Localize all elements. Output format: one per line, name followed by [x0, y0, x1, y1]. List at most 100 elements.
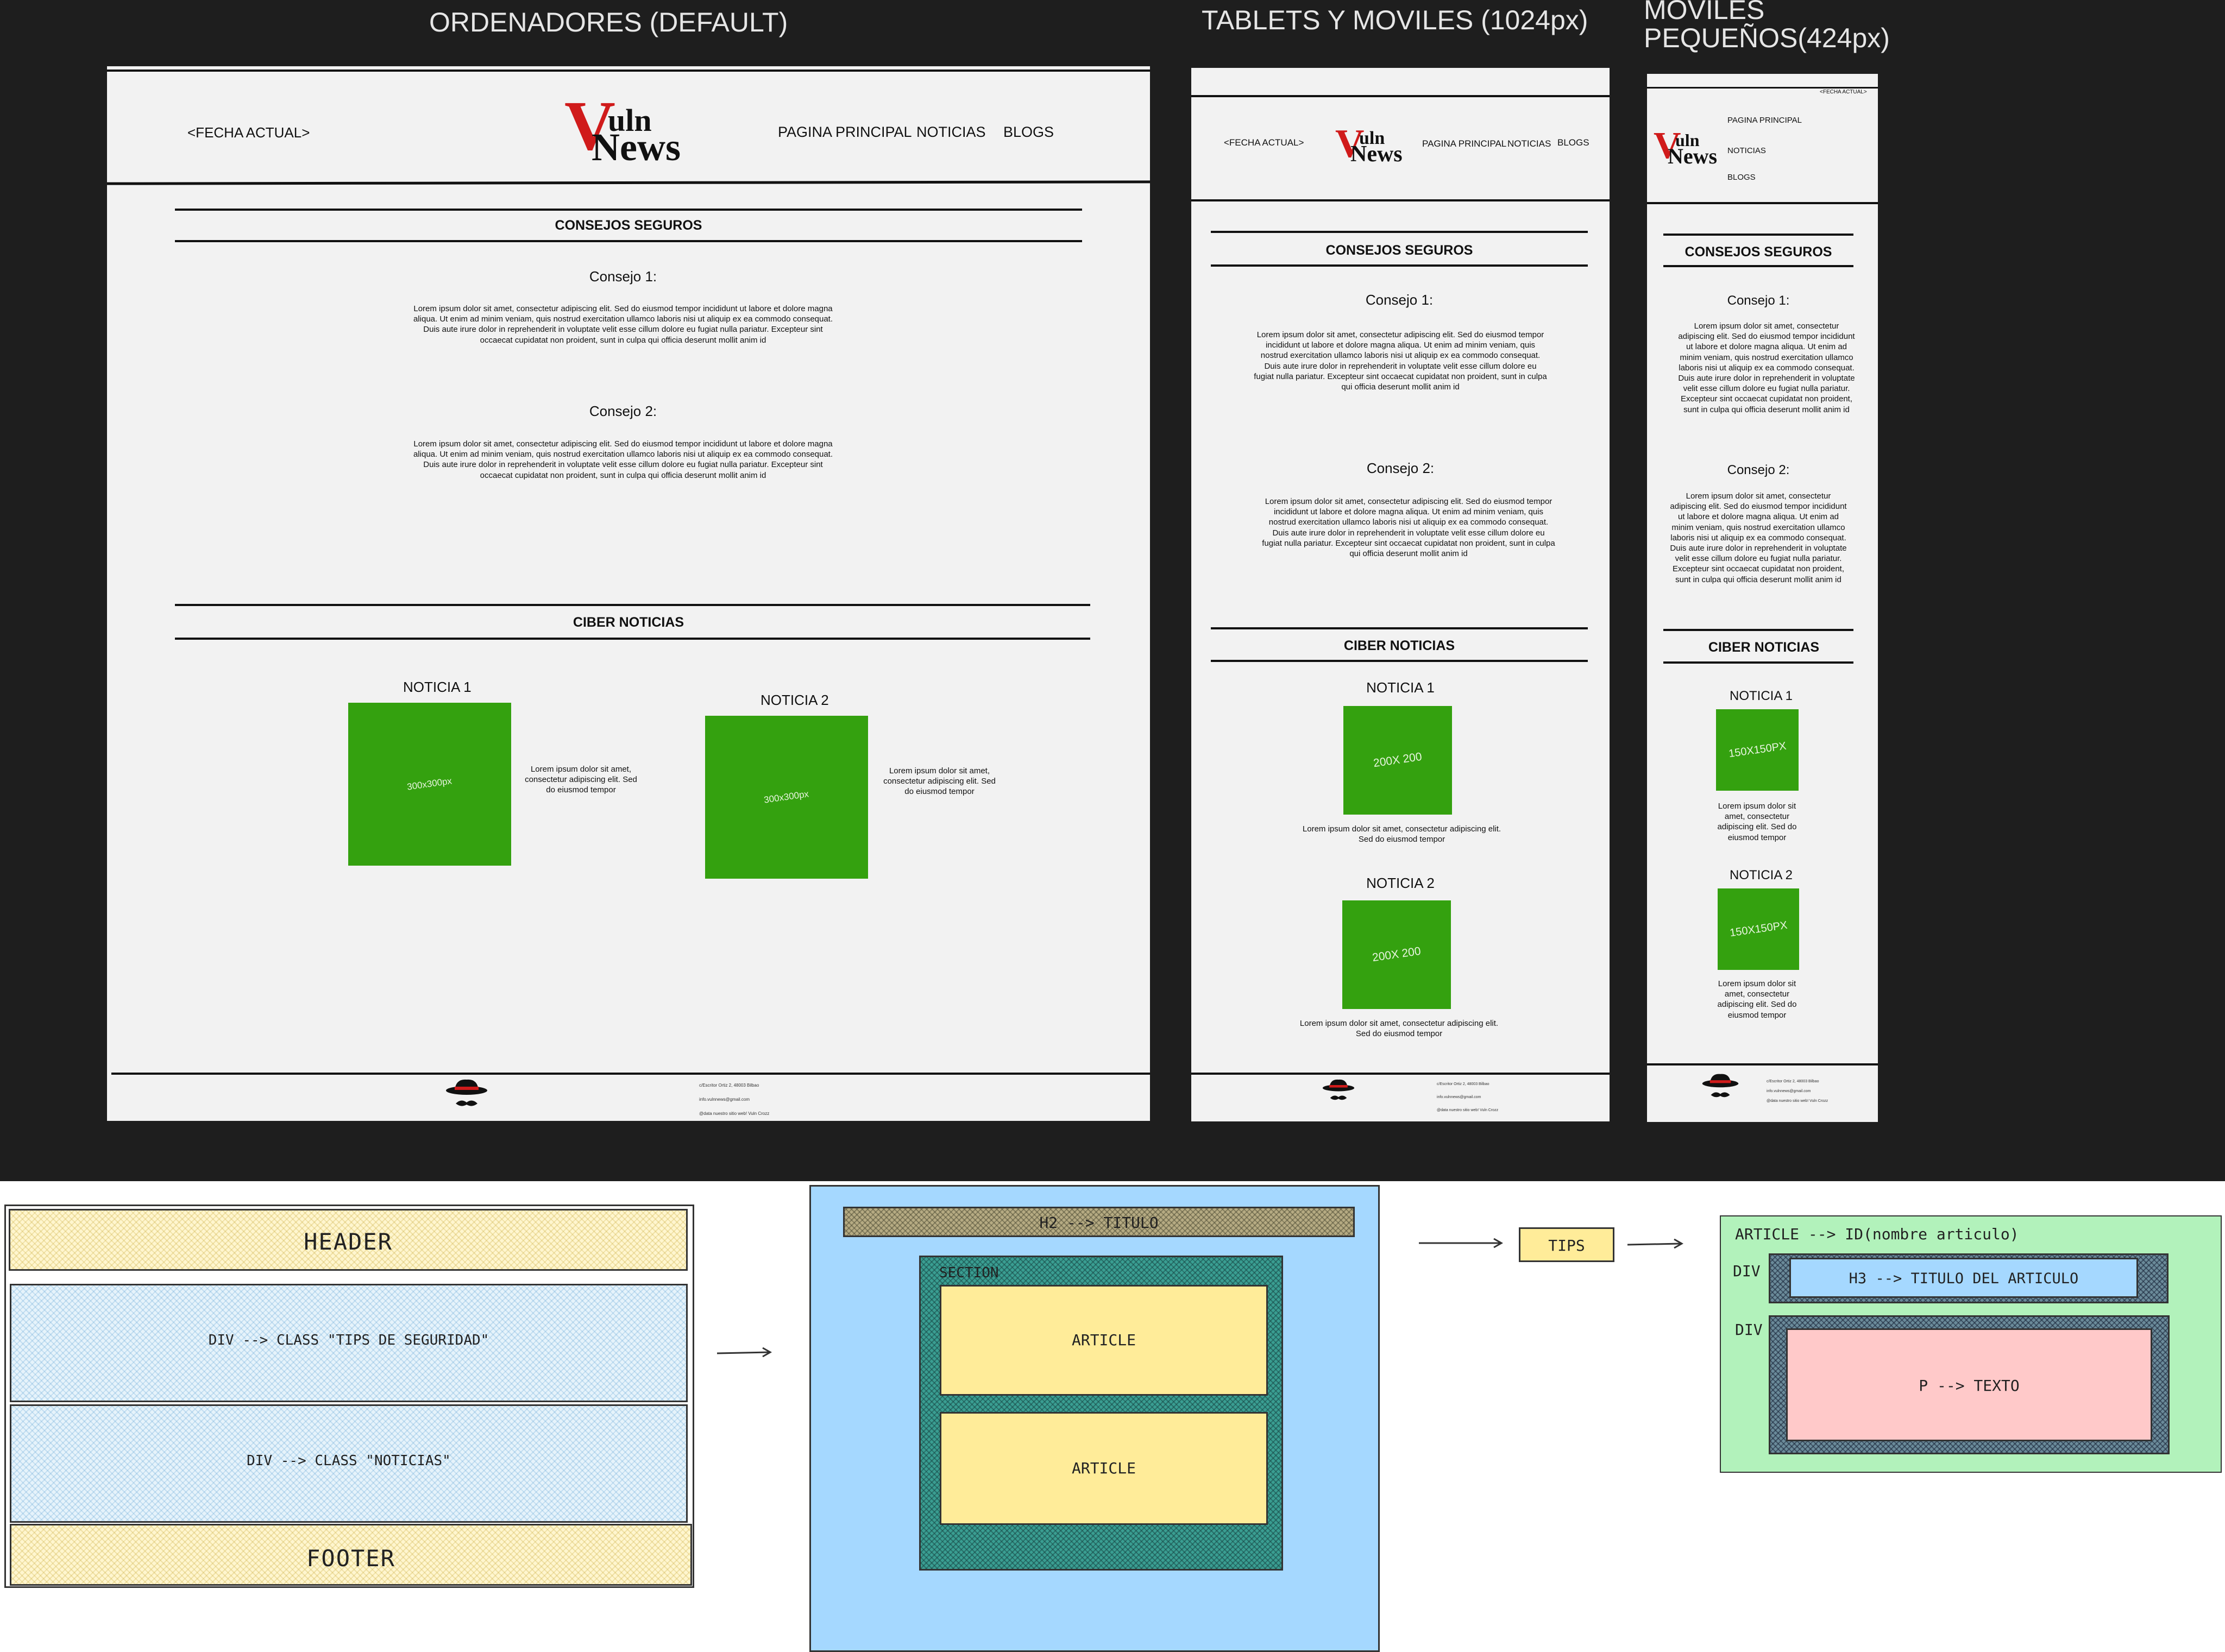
h2-title-label: H2 --> TITULO [1039, 1214, 1159, 1232]
mobile-footer-email: info.vulnnews@gmail.com [1767, 1089, 1811, 1093]
tip2-title: Consejo 2: [589, 403, 657, 419]
h3-label: H3 --> TITULO DEL ARTICULO [1849, 1270, 2079, 1287]
tablet-news-bottom-line [1211, 660, 1588, 662]
tablet-tip1-title: Consejo 1: [1365, 292, 1434, 308]
mobile-news1-title: NOTICIA 1 [1729, 689, 1793, 703]
mobile-vulnnews-logo[interactable]: V uln News [1654, 127, 1719, 172]
tablet-logo-news: News [1350, 142, 1403, 167]
tips-top-line [175, 209, 1082, 211]
nav-noticias[interactable]: NOTICIAS [916, 124, 986, 141]
tip1-title: Consejo 1: [589, 268, 657, 285]
mobile-tip2-text: Lorem ipsum dolor sit amet, consectetur … [1670, 491, 1847, 584]
arrow-right-icon-2 [1419, 1238, 1504, 1249]
arrow-right-icon [716, 1347, 772, 1358]
p-block: P --> TEXTO [1786, 1328, 2152, 1441]
header-date: <FECHA ACTUAL> [187, 124, 310, 141]
article-label-2: ARTICLE [1071, 1459, 1136, 1477]
news1-text: Lorem ipsum dolor sit amet, consectetur … [525, 765, 637, 795]
section-label: SECTION [939, 1265, 999, 1281]
layout-div-news-block: DIV --> CLASS "NOTICIAS" [10, 1404, 688, 1523]
footer-email: info.vulnnews@gmail.com [699, 1097, 750, 1102]
header-top-line [107, 70, 1150, 72]
tablet-nav-pagina-principal[interactable]: PAGINA PRINCIPAL [1422, 138, 1506, 149]
tablet-news-title: CIBER NOTICIAS [1343, 638, 1455, 653]
layout-div-news-label: DIV --> CLASS "NOTICIAS" [247, 1453, 451, 1469]
news1-title: NOTICIA 1 [403, 679, 472, 695]
tablet-news2-text: Lorem ipsum dolor sit amet, consectetur … [1299, 1019, 1499, 1039]
tablet-vulnnews-logo[interactable]: V uln News [1335, 124, 1406, 168]
div-label-2: DIV [1735, 1321, 1763, 1339]
mobile-nav-blogs[interactable]: BLOGS [1727, 173, 1756, 182]
tablet-tip2-text: Lorem ipsum dolor sit amet, consectetur … [1262, 497, 1555, 558]
mobile-frame[interactable]: <FECHA ACTUAL> V uln News PAGINA PRINCIP… [1647, 74, 1878, 1122]
frame-title-mobile: MOVILES PEQUEÑOS(424px) [1644, 0, 1890, 52]
mobile-tip2-title: Consejo 2: [1727, 463, 1790, 477]
tablet-footer-line [1191, 1073, 1610, 1075]
tablet-news1-image: 200X 200 [1343, 706, 1452, 815]
tablet-frame[interactable]: <FECHA ACTUAL> V uln News PAGINA PRINCIP… [1191, 68, 1610, 1121]
tips-bottom-line [175, 240, 1082, 242]
arrow-right-icon-3 [1627, 1238, 1684, 1249]
tablet-tips-bottom-line [1211, 264, 1588, 267]
p-label: P --> TEXTO [1919, 1377, 2020, 1395]
mobile-tips-title: CONSEJOS SEGUROS [1685, 244, 1832, 260]
tip1-text: Lorem ipsum dolor sit amet, consectetur … [413, 304, 833, 345]
tablet-nav-blogs[interactable]: BLOGS [1557, 137, 1589, 148]
mobile-news2-text: Lorem ipsum dolor sit amet, consectetur … [1717, 979, 1797, 1020]
mobile-nav-noticias[interactable]: NOTICIAS [1727, 146, 1766, 155]
h3-block: H3 --> TITULO DEL ARTICULO [1789, 1258, 2138, 1298]
news1-image: 300x300px [348, 703, 511, 866]
frame-title-desktop: ORDENADORES (DEFAULT) [429, 7, 788, 37]
news-bottom-line [175, 638, 1090, 640]
tablet-news1-text: Lorem ipsum dolor sit amet, consectetur … [1302, 824, 1501, 844]
tablet-header-date: <FECHA ACTUAL> [1224, 137, 1304, 148]
article-label-1: ARTICLE [1071, 1331, 1136, 1349]
layout-footer-block: FOOTER [10, 1524, 692, 1586]
news-top-line [175, 604, 1090, 606]
mobile-footer-copyright: @data nuestro sitio web! Vuln Crozz [1767, 1099, 1828, 1103]
mobile-news1-text: Lorem ipsum dolor sit amet, consectetur … [1717, 802, 1797, 842]
layout-header-label: HEADER [304, 1228, 393, 1255]
mobile-footer-address: c/Escritor Ortiz 2, 48003 Bilbao [1767, 1080, 1819, 1083]
mobile-header-date: <FECHA ACTUAL> [1820, 89, 1867, 95]
mobile-footer-line [1647, 1063, 1878, 1065]
tips-box: TIPS [1519, 1227, 1614, 1262]
layout-header-block: HEADER [9, 1209, 688, 1271]
mobile-nav-pagina-principal[interactable]: PAGINA PRINCIPAL [1727, 116, 1802, 125]
footer-address: c/Escritor Ortiz 2, 48003 Bilbao [699, 1083, 759, 1088]
tablet-news2-title: NOTICIA 2 [1366, 875, 1435, 891]
article-block-1: ARTICLE [940, 1285, 1268, 1396]
mobile-tip1-title: Consejo 1: [1727, 293, 1790, 308]
tablet-footer-address: c/Escritor Ortiz 2, 48003 Bilbao [1437, 1082, 1489, 1086]
mobile-news1-image: 150X150PX [1716, 709, 1799, 791]
nav-blogs[interactable]: BLOGS [1003, 124, 1054, 141]
layout-div-tips-block: DIV --> CLASS "TIPS DE SEGURIDAD" [10, 1284, 688, 1402]
desktop-frame[interactable]: <FECHA ACTUAL> V uln News PAGINA PRINCIP… [107, 66, 1150, 1121]
h2-title-block: H2 --> TITULO [843, 1207, 1355, 1237]
mobile-news-title: CIBER NOTICIAS [1708, 640, 1820, 655]
header-bottom-line [107, 180, 1150, 185]
vulnnews-logo[interactable]: V uln News [564, 91, 695, 169]
tablet-nav-noticias[interactable]: NOTICIAS [1507, 138, 1551, 149]
article-block-2: ARTICLE [940, 1412, 1268, 1525]
tablet-tips-top-line [1211, 231, 1588, 233]
tablet-news2-image: 200X 200 [1342, 900, 1451, 1009]
layout-div-tips-label: DIV --> CLASS "TIPS DE SEGURIDAD" [208, 1332, 489, 1348]
tablet-news-top-line [1211, 627, 1588, 629]
logo-news: News [592, 125, 681, 169]
tablet-tip2-title: Consejo 2: [1366, 460, 1435, 476]
mobile-news2-title: NOTICIA 2 [1729, 868, 1793, 882]
mobile-header-top-line [1647, 87, 1878, 89]
article-id-label: ARTICLE --> ID(nombre articulo) [1735, 1225, 2019, 1243]
tips-section-title: CONSEJOS SEGUROS [555, 218, 702, 233]
tips-label: TIPS [1548, 1237, 1585, 1254]
tablet-spy-hat-logo-icon [1322, 1079, 1355, 1100]
news2-text: Lorem ipsum dolor sit amet, consectetur … [883, 766, 996, 797]
tablet-header-top-line [1191, 95, 1610, 97]
mobile-header-bottom-line [1647, 202, 1878, 204]
mobile-news-bottom-line [1663, 661, 1853, 664]
div-label-1: DIV [1733, 1262, 1761, 1280]
mobile-spy-hat-logo-icon [1702, 1074, 1739, 1098]
nav-pagina-principal[interactable]: PAGINA PRINCIPAL [778, 124, 912, 141]
footer-copyright: @data nuestro sitio web! Vuln Crozz [699, 1111, 770, 1116]
